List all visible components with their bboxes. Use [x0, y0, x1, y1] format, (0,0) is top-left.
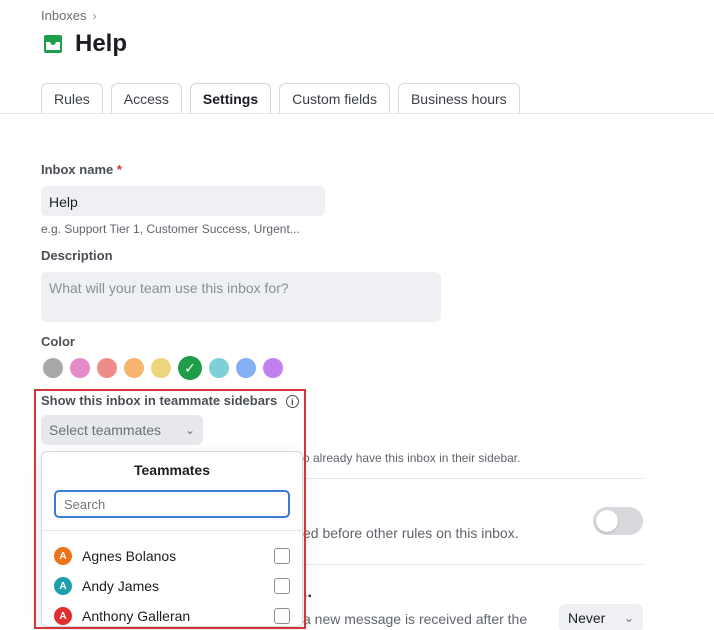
- chevron-right-icon: ›: [92, 8, 97, 23]
- rules-hint: ed before other rules on this inbox.: [303, 525, 519, 541]
- tab-custom-fields[interactable]: Custom fields: [279, 83, 390, 114]
- teammate-checkbox[interactable]: [274, 548, 290, 564]
- color-swatch-green[interactable]: ✓: [178, 356, 202, 380]
- info-icon[interactable]: i: [285, 395, 299, 409]
- rules-toggle[interactable]: [593, 507, 643, 535]
- popover-divider: [42, 530, 302, 531]
- section-divider: [300, 564, 643, 565]
- color-swatch-red[interactable]: [97, 358, 117, 378]
- color-swatch-pink[interactable]: [70, 358, 90, 378]
- section-title-partial: ..: [303, 584, 312, 601]
- tabs-divider: [0, 113, 714, 114]
- popover-title: Teammates: [133, 462, 210, 478]
- new-message-hint: a new message is received after the: [303, 611, 528, 627]
- color-label: Color: [41, 334, 75, 349]
- check-icon: ✓: [184, 359, 196, 376]
- avatar: A: [54, 607, 72, 625]
- teammate-list: A Agnes Bolanos A Andy James A Anthony G…: [42, 541, 302, 626]
- teammate-item[interactable]: A Agnes Bolanos: [42, 541, 302, 571]
- teammate-name: Andy James: [82, 578, 160, 594]
- inbox-name-label: Inbox name *: [41, 162, 122, 177]
- required-marker: *: [116, 162, 122, 177]
- select-teammates-placeholder: Select teammates: [49, 422, 162, 438]
- tab-rules[interactable]: Rules: [41, 83, 103, 114]
- color-swatch-blue[interactable]: [236, 358, 256, 378]
- chevron-down-icon: ⌄: [184, 423, 195, 437]
- toggle-knob: [596, 510, 618, 532]
- teammate-checkbox[interactable]: [274, 608, 290, 624]
- page-title: Help: [75, 30, 128, 57]
- avatar: A: [54, 577, 72, 595]
- chevron-down-icon: ⌄: [623, 611, 634, 625]
- breadcrumb: Inboxes ›: [41, 8, 97, 23]
- breadcrumb-inboxes-link[interactable]: Inboxes: [41, 8, 87, 23]
- inbox-name-hint: e.g. Support Tier 1, Customer Success, U…: [41, 222, 300, 236]
- sidebar-hint: o already have this inbox in their sideb…: [303, 451, 521, 465]
- avatar: A: [54, 547, 72, 565]
- color-swatch-yellow[interactable]: [151, 358, 171, 378]
- tab-access[interactable]: Access: [110, 83, 182, 114]
- tab-settings[interactable]: Settings: [189, 83, 272, 114]
- color-swatch-gray[interactable]: [43, 358, 63, 378]
- never-select-value: Never: [568, 610, 606, 626]
- color-swatch-purple[interactable]: [263, 358, 283, 378]
- sidebar-label-text: Show this inbox in teammate sidebars: [41, 393, 278, 408]
- page-header: Help: [41, 30, 127, 58]
- teammate-name: Agnes Bolanos: [82, 548, 177, 564]
- tab-bar: Rules Access Settings Custom fields Busi…: [41, 83, 520, 114]
- color-swatch-teal[interactable]: [209, 358, 229, 378]
- color-swatch-orange[interactable]: [124, 358, 144, 378]
- description-field[interactable]: What will your team use this inbox for?: [41, 272, 441, 322]
- teammate-item[interactable]: A Andy James: [42, 571, 302, 601]
- teammate-name: Anthony Galleran: [82, 608, 191, 624]
- sidebar-label: Show this inbox in teammate sidebars i: [41, 393, 299, 409]
- color-picker: ✓: [43, 356, 283, 380]
- inbox-icon: [44, 35, 62, 53]
- never-select[interactable]: Never ⌄: [559, 604, 643, 630]
- teammate-search-input[interactable]: [54, 490, 290, 518]
- inbox-name-field[interactable]: Help: [41, 186, 325, 216]
- description-label: Description: [41, 248, 113, 263]
- teammate-item[interactable]: A Anthony Galleran: [42, 601, 302, 626]
- section-divider: [300, 478, 643, 479]
- teammates-popover: Teammates A Agnes Bolanos A Andy James A…: [41, 451, 303, 627]
- tab-business-hours[interactable]: Business hours: [397, 83, 520, 114]
- select-teammates-dropdown[interactable]: Select teammates ⌄: [41, 415, 203, 445]
- teammate-checkbox[interactable]: [274, 578, 290, 594]
- inbox-name-label-text: Inbox name: [41, 162, 114, 177]
